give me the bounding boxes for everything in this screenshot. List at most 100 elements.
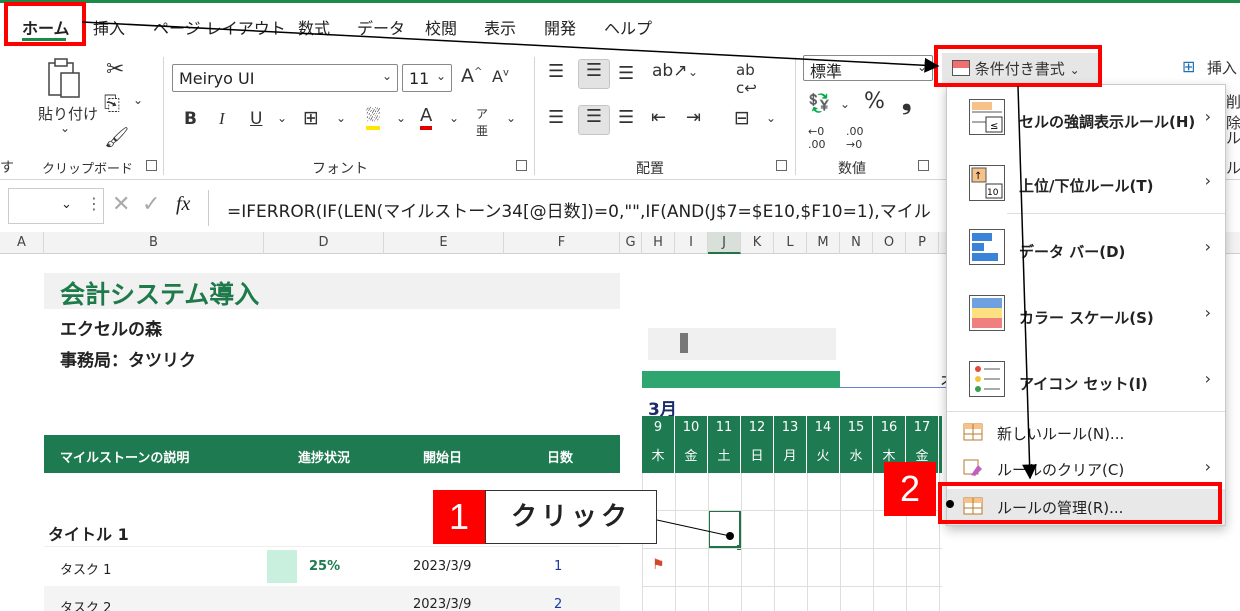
wrap-text-icon[interactable]: ab c↩ xyxy=(736,61,757,97)
underline-chevron-icon[interactable]: ⌄ xyxy=(277,111,287,125)
decrease-font-icon[interactable]: Av xyxy=(492,67,509,86)
menu-item-new-rule[interactable]: 新しいルール(N)... xyxy=(947,415,1225,451)
clipboard-group-label: クリップボード xyxy=(42,162,134,177)
column-header[interactable]: K xyxy=(741,232,774,254)
copy-chevron-icon[interactable]: ⌄ xyxy=(133,93,143,107)
tab-page-layout[interactable]: ページ レイアウト xyxy=(153,15,286,39)
fill-chevron-icon[interactable]: ⌄ xyxy=(396,111,406,125)
format-painter-icon[interactable]: 🖌 xyxy=(104,125,129,149)
increase-font-icon[interactable]: A^ xyxy=(461,65,482,87)
phonetic-icon[interactable]: ア亜 xyxy=(476,105,488,139)
column-header[interactable]: H xyxy=(642,232,675,254)
selected-cell[interactable] xyxy=(708,510,741,548)
separator xyxy=(534,57,535,175)
column-header[interactable]: G xyxy=(620,232,642,254)
format-cells-partial[interactable]: ル xyxy=(1226,127,1240,148)
fill-color-icon[interactable]: ⛆ xyxy=(366,105,381,130)
insert-cells-icon[interactable]: ⊞ xyxy=(1182,57,1195,76)
menu-item-color-scales[interactable]: カラー スケール(S) › xyxy=(947,281,1225,345)
column-header[interactable]: P xyxy=(906,232,939,254)
tab-formulas[interactable]: 数式 xyxy=(298,15,330,39)
comma-icon[interactable]: ❟ xyxy=(902,87,911,115)
chevron-right-icon: › xyxy=(1204,107,1211,126)
increase-decimal-icon[interactable]: ←0.00 xyxy=(808,125,826,151)
align-right-icon[interactable]: ☰ xyxy=(618,107,634,128)
column-header[interactable]: I xyxy=(675,232,708,254)
day-weekday: 火 xyxy=(816,449,830,464)
table-row xyxy=(44,586,620,611)
tab-data[interactable]: データ xyxy=(357,15,405,39)
menu-item-data-bars[interactable]: データ バー(D) › xyxy=(947,215,1225,279)
column-header[interactable]: E xyxy=(384,232,504,254)
border-icon[interactable]: ⊞ xyxy=(303,107,319,129)
column-header[interactable]: L xyxy=(774,232,807,254)
menu-item-top-bottom-rules[interactable]: ↑ 10 上位/下位ルール(T) › xyxy=(947,149,1225,213)
align-left-icon[interactable]: ☰ xyxy=(548,107,564,128)
column-header[interactable]: M xyxy=(807,232,840,254)
chevron-right-icon: › xyxy=(1204,369,1211,388)
bold-button[interactable]: B xyxy=(184,109,197,129)
copy-icon[interactable]: ⎘ xyxy=(104,91,120,115)
font-name-combo[interactable]: Meiryo UI ⌄ xyxy=(172,64,398,92)
merge-center-icon[interactable]: ⊟ xyxy=(734,107,750,129)
tab-review[interactable]: 校閲 xyxy=(425,15,457,39)
cut-icon[interactable]: ✂ xyxy=(106,57,124,82)
column-header-selected[interactable]: J xyxy=(708,232,741,254)
decrease-indent-icon[interactable]: ⇤ xyxy=(651,107,666,128)
font-size-combo[interactable]: 11 ⌄ xyxy=(402,64,452,92)
fill-handle[interactable] xyxy=(737,545,742,550)
decrease-decimal-icon[interactable]: .00 →0 xyxy=(846,125,864,151)
font-color-chevron-icon[interactable]: ⌄ xyxy=(449,111,459,125)
font-color-icon[interactable]: A xyxy=(420,105,433,130)
column-header[interactable]: F xyxy=(504,232,620,254)
cancel-icon[interactable]: ✕ xyxy=(112,192,130,217)
scrollbar-thumb[interactable] xyxy=(680,333,688,353)
column-header[interactable]: A xyxy=(0,232,44,254)
font-group-label: フォント xyxy=(312,161,368,177)
column-header[interactable]: O xyxy=(873,232,906,254)
number-format-combo[interactable]: 標準 ⌄ xyxy=(803,55,933,81)
more-icon[interactable]: ⋮ xyxy=(86,194,102,213)
day-weekday: 月 xyxy=(783,449,797,464)
menu-item-highlight-rules[interactable]: ≤ セルの強調表示ルール(H) › xyxy=(947,85,1225,149)
percent-icon[interactable]: % xyxy=(864,89,885,114)
menu-item-icon-sets[interactable]: アイコン セット(I) › xyxy=(947,347,1225,409)
italic-button[interactable]: I xyxy=(219,109,225,129)
day-cell: 15 水 xyxy=(840,416,873,473)
clipboard-launcher-icon[interactable] xyxy=(146,160,157,171)
insert-cells-button[interactable]: 挿入 xyxy=(1207,57,1237,78)
chevron-down-icon[interactable]: ⌄ xyxy=(60,121,70,135)
currency-icon[interactable]: 💱 xyxy=(808,93,830,114)
align-top-icon[interactable]: ☰ xyxy=(548,61,564,82)
number-launcher-icon[interactable] xyxy=(918,160,929,171)
column-header[interactable]: N xyxy=(840,232,873,254)
scrollbar-control[interactable] xyxy=(648,328,836,360)
tab-insert[interactable]: 挿入 xyxy=(93,15,125,39)
currency-chevron-icon[interactable]: ⌄ xyxy=(840,97,850,111)
tab-developer[interactable]: 開発 xyxy=(544,15,576,39)
alignment-group-label: 配置 xyxy=(636,161,664,177)
orientation-icon[interactable]: ab↗ xyxy=(652,61,687,81)
font-launcher-icon[interactable] xyxy=(516,160,527,171)
alignment-launcher-icon[interactable] xyxy=(776,160,787,171)
data-bars-icon xyxy=(969,229,1005,265)
align-bottom-icon[interactable]: ☰ xyxy=(618,63,634,84)
underline-button[interactable]: U xyxy=(250,109,262,129)
tab-help[interactable]: ヘルプ xyxy=(604,15,652,39)
align-middle-icon[interactable]: ☰ xyxy=(578,59,610,89)
svg-text:≤: ≤ xyxy=(990,121,998,132)
tab-view[interactable]: 表示 xyxy=(484,15,516,39)
column-header[interactable]: D xyxy=(264,232,384,254)
column-header[interactable]: B xyxy=(44,232,264,254)
day-weekday: 土 xyxy=(717,449,731,464)
enter-icon[interactable]: ✓ xyxy=(142,192,160,217)
align-center-icon[interactable]: ☰ xyxy=(578,105,610,135)
merge-chevron-icon[interactable]: ⌄ xyxy=(766,111,776,125)
increase-indent-icon[interactable]: ⇥ xyxy=(686,107,701,128)
border-chevron-icon[interactable]: ⌄ xyxy=(336,111,346,125)
orientation-chevron-icon[interactable]: ⌄ xyxy=(688,65,698,79)
menu-separator xyxy=(1007,213,1225,214)
insert-function-icon[interactable]: fx xyxy=(176,193,190,216)
day-cell: 12 日 xyxy=(741,416,774,473)
phonetic-chevron-icon[interactable]: ⌄ xyxy=(506,111,516,125)
